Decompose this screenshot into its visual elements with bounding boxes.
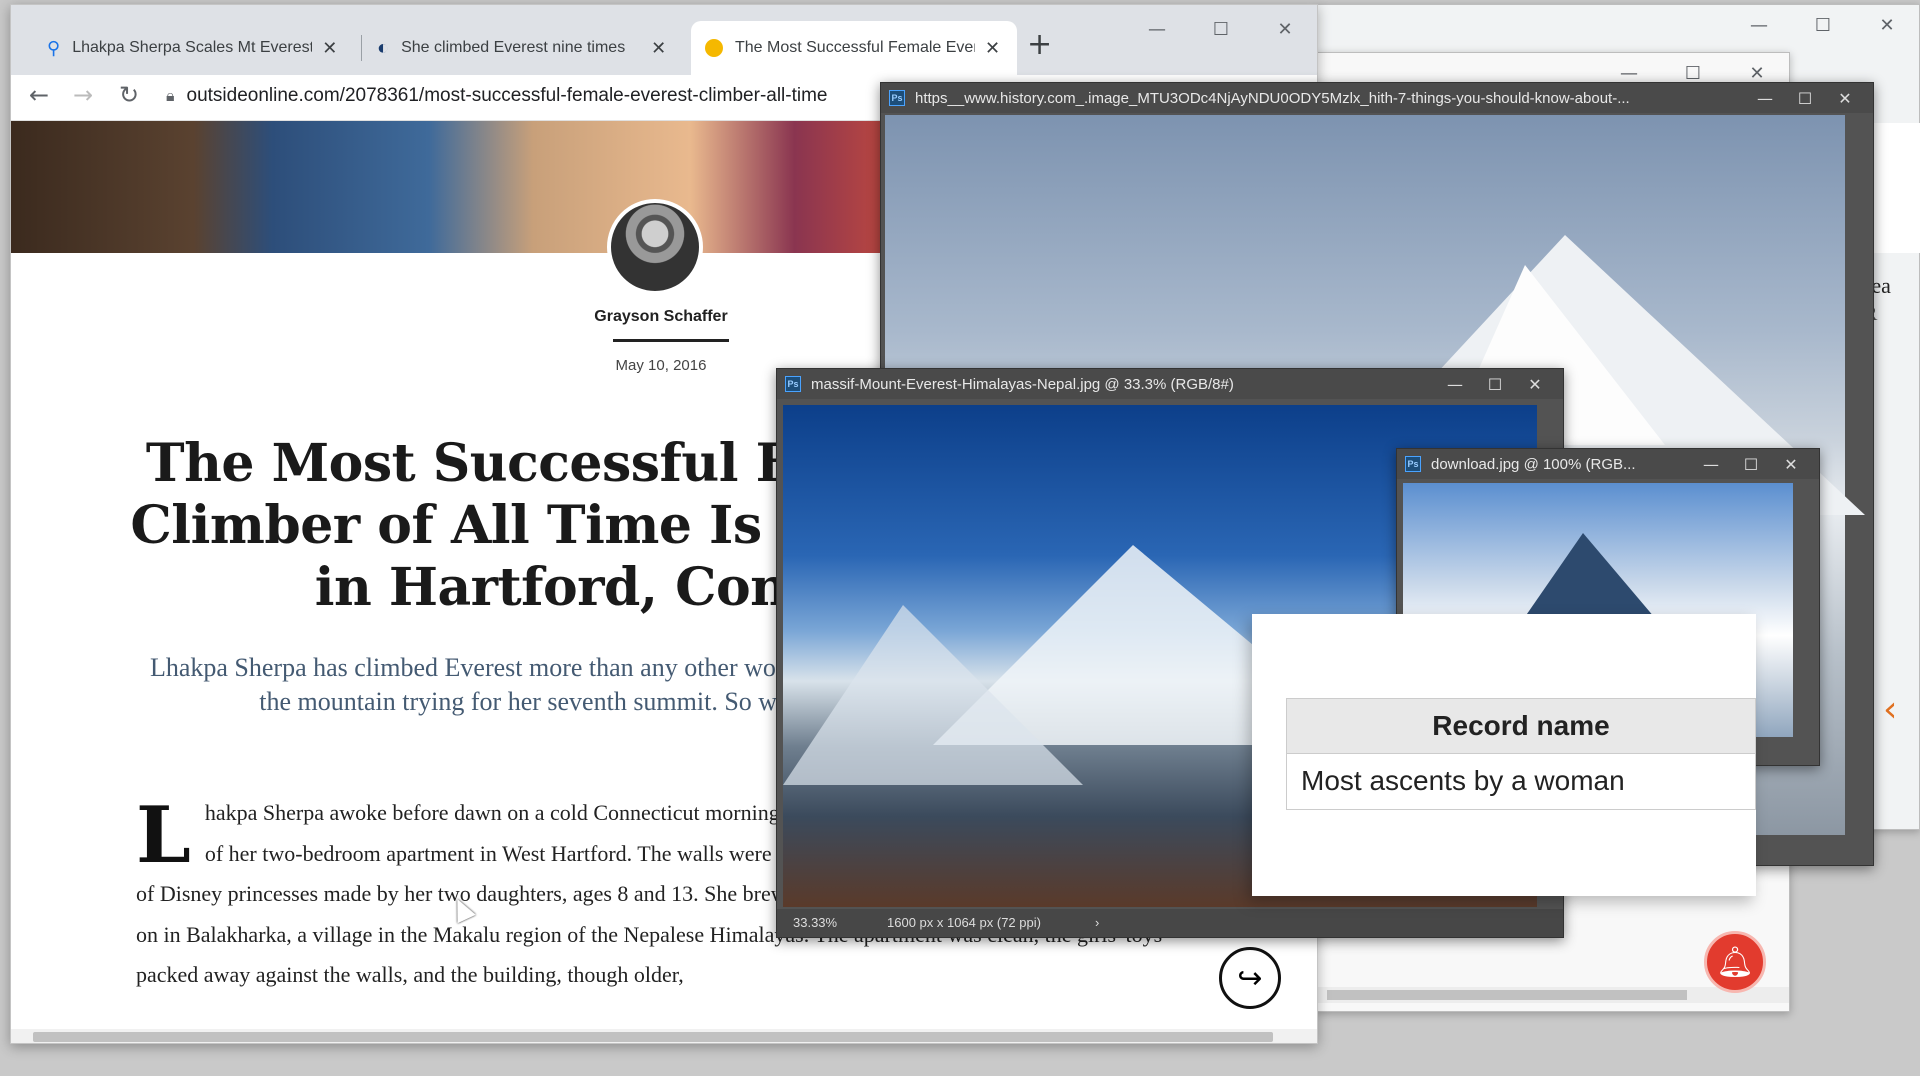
close-icon[interactable]: ✕ (1771, 455, 1811, 474)
record-card: Record name Most ascents by a woman (1252, 614, 1756, 896)
maximize-icon[interactable]: ☐ (1189, 19, 1253, 40)
ps-title-text: massif-Mount-Everest-Himalayas-Nepal.jpg… (811, 375, 1234, 393)
tab-title: She climbed Everest nine times (401, 39, 626, 56)
photoshop-icon: Ps (889, 90, 905, 106)
maximize-icon[interactable]: ☐ (1785, 89, 1825, 108)
ps-status-bar: 33.33% 1600 px x 1064 px (72 ppi) › (777, 909, 1563, 937)
close-icon[interactable]: ✕ (1855, 15, 1919, 36)
minimize-icon[interactable]: — (1745, 89, 1785, 108)
close-tab-icon[interactable]: ✕ (651, 38, 666, 59)
new-tab-button[interactable]: + (1027, 27, 1052, 62)
zoom-level[interactable]: 33.33% (793, 909, 837, 937)
close-icon[interactable]: ✕ (1515, 375, 1555, 394)
photoshop-icon: Ps (785, 376, 801, 392)
tab-title: The Most Successful Female Everest (735, 39, 975, 56)
chevron-right-icon[interactable]: › (1095, 909, 1099, 937)
author-name[interactable]: Grayson Schaffer (471, 308, 851, 326)
reload-icon[interactable]: ↻ (119, 81, 139, 109)
close-icon[interactable]: ✕ (1253, 19, 1317, 40)
share-arrow-icon: ↪ (1237, 960, 1263, 996)
ps-title-text: download.jpg @ 100% (RGB... (1431, 455, 1636, 473)
ps-window-title[interactable]: Ps download.jpg @ 100% (RGB... — ☐ ✕ (1397, 449, 1819, 479)
back-arrow-icon[interactable]: ← (29, 81, 49, 109)
bell-icon: 🔔︎ (1715, 944, 1755, 980)
maximize-icon[interactable]: ☐ (1731, 455, 1771, 474)
share-button[interactable]: ↪ (1219, 947, 1281, 1009)
tab-lhakpa[interactable]: ⚲ Lhakpa Sherpa Scales Mt Everest ✕ (33, 21, 359, 75)
maximize-icon[interactable]: ☐ (1475, 375, 1515, 394)
ps-title-text: https__www.history.com_.image_MTU3ODc4Nj… (915, 89, 1630, 107)
record-header: Record name (1286, 698, 1756, 754)
globe-icon: ◐ (377, 36, 390, 59)
main-window-controls: — ☐ ✕ (1125, 9, 1317, 49)
author-avatar (607, 199, 703, 295)
minimize-icon[interactable]: — (1435, 375, 1475, 394)
close-tab-icon[interactable]: ✕ (322, 38, 337, 59)
record-value: Most ascents by a woman (1286, 754, 1756, 810)
forward-arrow-icon[interactable]: → (73, 81, 93, 109)
address-bar[interactable]: 🔒︎ outsideonline.com/2078361/most-success… (166, 85, 828, 107)
tab-title: Lhakpa Sherpa Scales Mt Everest (72, 39, 313, 56)
middle-window-hscroll[interactable] (1317, 987, 1789, 1003)
maximize-icon[interactable]: ☐ (1791, 15, 1855, 36)
tab-bar: ⚲ Lhakpa Sherpa Scales Mt Everest ✕ ◐ Sh… (11, 5, 1317, 75)
minimize-icon[interactable]: — (1691, 455, 1731, 474)
outside-logo-icon (705, 39, 723, 57)
close-tab-icon[interactable]: ✕ (985, 38, 1000, 59)
minimize-icon[interactable]: — (1727, 15, 1791, 36)
close-icon[interactable]: ✕ (1725, 63, 1789, 84)
ps-window-title[interactable]: Ps https__www.history.com_.image_MTU3ODc… (881, 83, 1873, 113)
back-window-controls: — ☐ ✕ (1727, 5, 1919, 45)
minimize-icon[interactable]: — (1597, 63, 1661, 84)
url-text: outsideonline.com/2078361/most-successfu… (186, 85, 828, 106)
notification-bell-button[interactable]: 🔔︎ (1704, 931, 1766, 993)
chevron-left-icon[interactable]: ‹ (1883, 689, 1897, 730)
tab-most-successful[interactable]: The Most Successful Female Everest ✕ (691, 21, 1017, 75)
close-icon[interactable]: ✕ (1825, 89, 1865, 108)
drop-cap: L (136, 790, 191, 881)
author-underline (613, 339, 729, 342)
horizontal-scrollbar[interactable] (11, 1029, 1317, 1043)
maximize-icon[interactable]: ☐ (1661, 63, 1725, 84)
document-size: 1600 px x 1064 px (72 ppi) (887, 915, 1041, 930)
ps-window-title[interactable]: Ps massif-Mount-Everest-Himalayas-Nepal.… (777, 369, 1563, 399)
minimize-icon[interactable]: — (1125, 19, 1189, 40)
photoshop-icon: Ps (1405, 456, 1421, 472)
lock-icon: 🔒︎ (166, 88, 175, 105)
location-pin-icon: ⚲ (47, 37, 61, 58)
tab-everest-nine[interactable]: ◐ She climbed Everest nine times ✕ (363, 21, 689, 75)
